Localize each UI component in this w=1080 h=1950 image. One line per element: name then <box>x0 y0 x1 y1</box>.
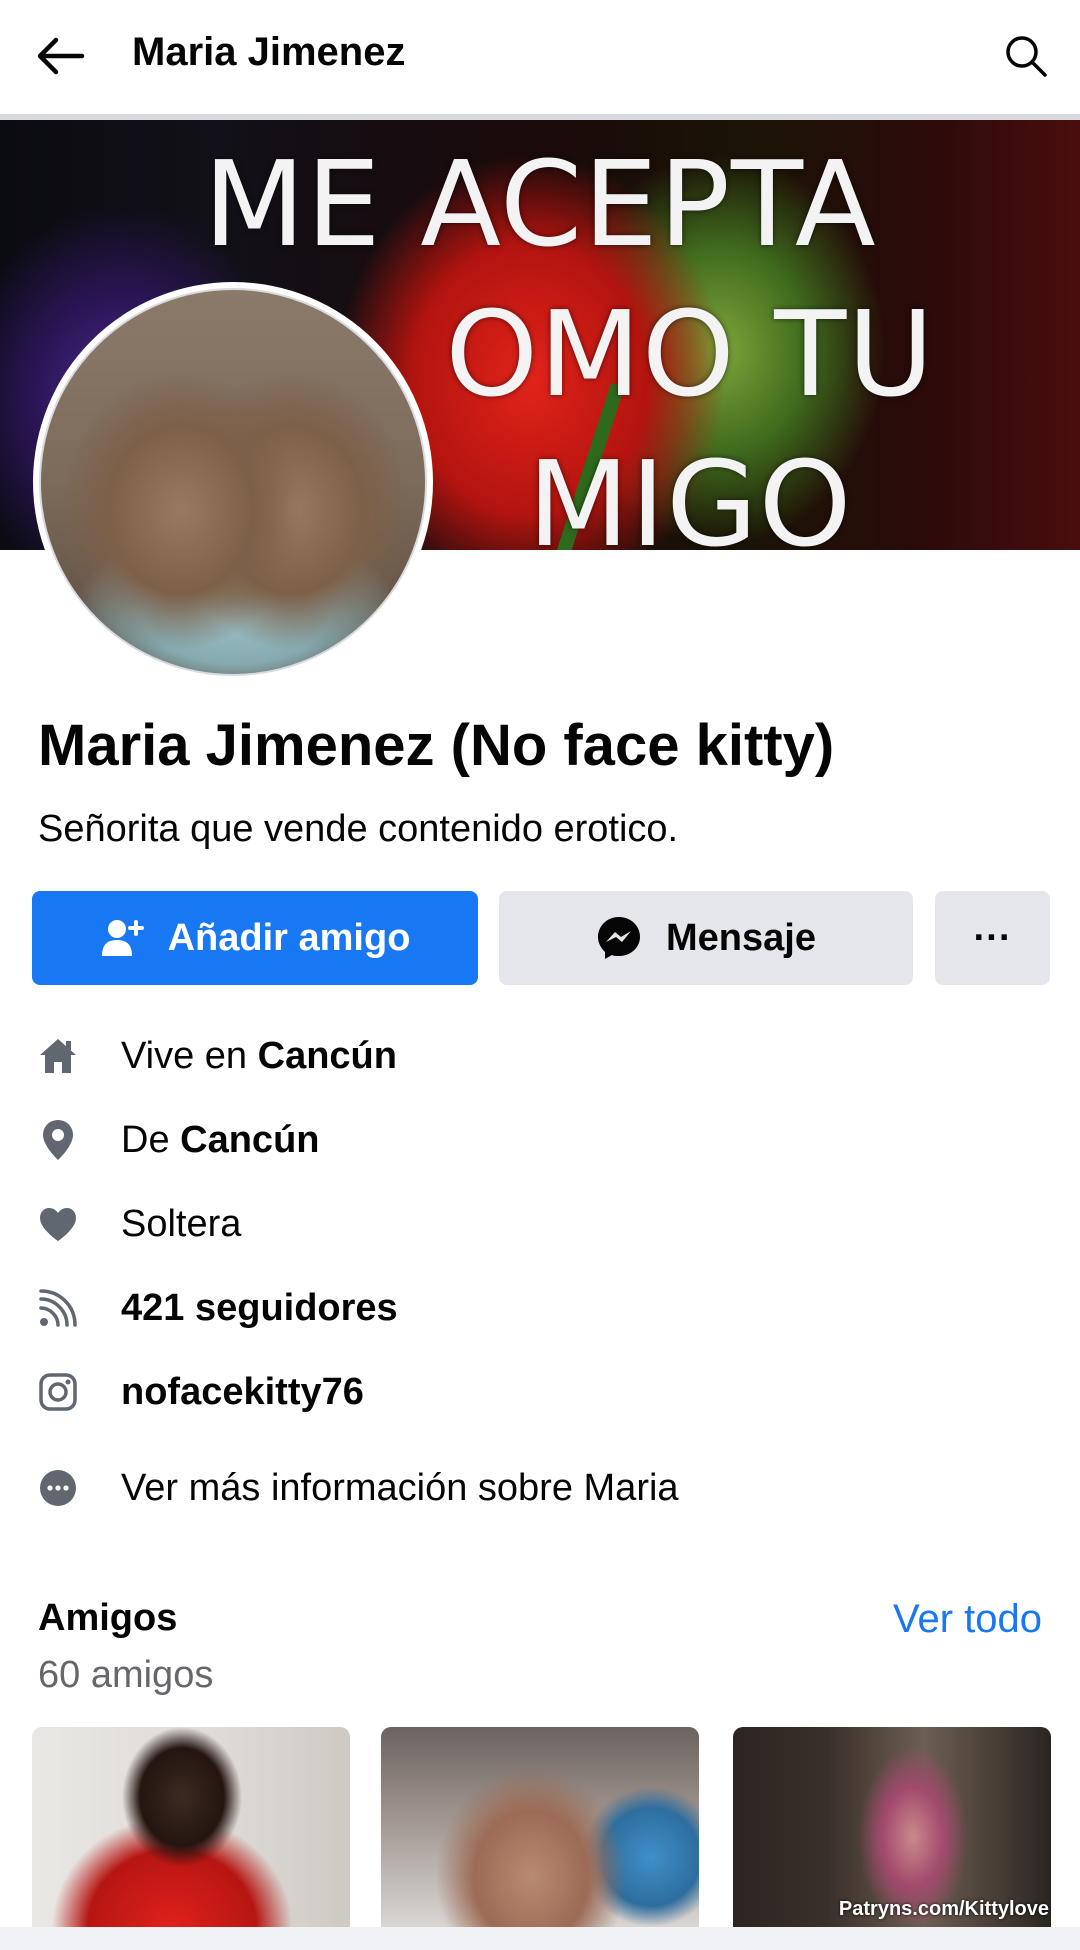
instagram-icon <box>38 1372 78 1412</box>
messenger-icon <box>596 915 642 961</box>
instagram-handle: nofacekitty76 <box>121 1370 364 1413</box>
bottom-edge <box>0 1927 1080 1950</box>
see-all-friends-link[interactable]: Ver todo <box>893 1597 1042 1642</box>
header-title: Maria Jimenez <box>132 30 406 74</box>
info-row-relationship: Soltera <box>0 1194 1080 1254</box>
info-row-from: De Cancún <box>0 1110 1080 1170</box>
more-info-icon <box>38 1468 78 1508</box>
relationship-status: Soltera <box>121 1202 242 1245</box>
profile-avatar[interactable] <box>33 282 433 682</box>
friend-card[interactable]: Patryns.com/Kittylove <box>733 1727 1051 1927</box>
add-friend-label: Añadir amigo <box>167 916 411 959</box>
avatar-image <box>39 288 427 676</box>
search-icon[interactable] <box>998 28 1054 84</box>
info-row-instagram[interactable]: nofacekitty76 <box>0 1362 1080 1422</box>
from-city[interactable]: Cancún <box>180 1119 319 1161</box>
heart-icon <box>38 1204 78 1244</box>
back-arrow-icon[interactable] <box>30 28 90 84</box>
cover-text-line-1: ME ACEPTA <box>203 135 877 273</box>
more-options-button[interactable]: ··· <box>935 891 1050 985</box>
info-row-lives-in: Vive en Cancún <box>0 1026 1080 1086</box>
friend-card[interactable] <box>32 1727 350 1927</box>
info-row-followers[interactable]: 421 seguidores <box>0 1278 1080 1338</box>
photo-watermark: Patryns.com/Kittylove <box>838 1898 1049 1920</box>
friends-section-title: Amigos <box>38 1597 178 1639</box>
message-button[interactable]: Mensaje <box>499 891 913 985</box>
followers-count: 421 seguidores <box>121 1286 398 1329</box>
location-pin-icon <box>38 1120 78 1160</box>
add-friend-icon <box>100 918 144 958</box>
message-label: Mensaje <box>666 916 816 959</box>
add-friend-button[interactable]: Añadir amigo <box>32 891 478 985</box>
home-icon <box>38 1036 78 1076</box>
more-dots-icon: ··· <box>973 916 1012 959</box>
top-bar: Maria Jimenez <box>0 0 1080 114</box>
friends-count: 60 amigos <box>38 1654 214 1696</box>
more-info-link: Ver más información sobre Maria <box>121 1466 679 1509</box>
friend-card[interactable] <box>381 1727 699 1927</box>
info-row-more-info[interactable]: Ver más información sobre Maria <box>0 1458 1080 1518</box>
rss-icon <box>38 1288 78 1328</box>
lives-in-prefix: Vive en <box>121 1034 258 1077</box>
from-prefix: De <box>121 1118 181 1161</box>
profile-name: Maria Jimenez (No face kitty) <box>38 713 835 778</box>
profile-bio: Señorita que vende contenido erotico. <box>38 808 679 850</box>
lives-in-city[interactable]: Cancún <box>258 1035 397 1077</box>
